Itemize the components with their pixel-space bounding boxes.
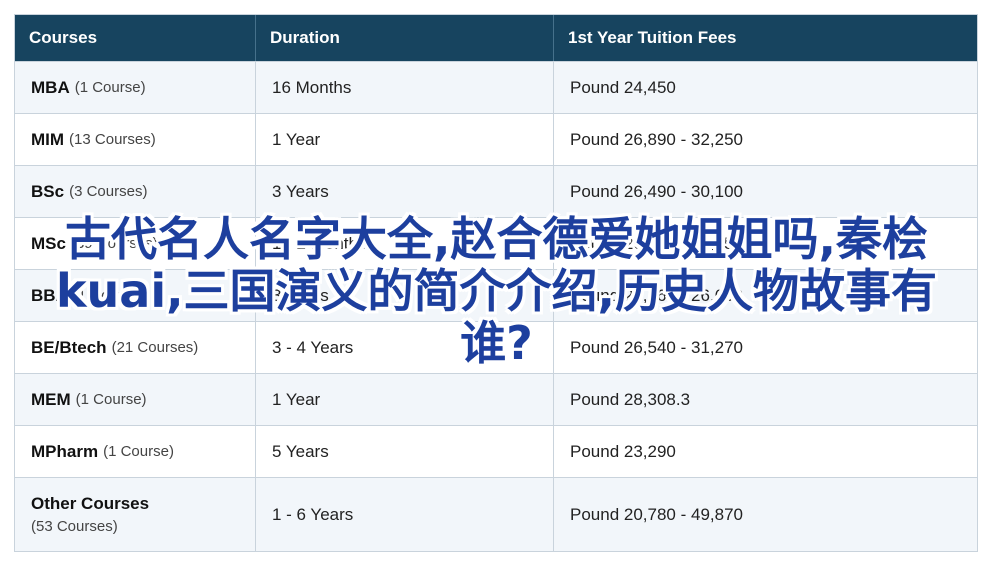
header-courses: Courses — [15, 15, 256, 61]
table-row: MIM (13 Courses) 1 Year Pound 26,890 - 3… — [15, 113, 977, 165]
duration-cell: 16 Months — [256, 62, 554, 113]
course-cell: MPharm (1 Course) — [15, 426, 256, 477]
fees-cell: Pound 23,290 — [570, 441, 676, 461]
header-duration: Duration — [256, 15, 554, 61]
duration-cell: 3 Years — [256, 166, 554, 217]
course-cell: BSc (3 Courses) — [15, 166, 256, 217]
fees-cell: Pound 26,490 - 30,100 — [570, 181, 743, 201]
table-row: Other Courses (53 Courses) 1 - 6 Years P… — [15, 477, 977, 551]
overlay-title-text: 古代名人名字大全,赵合德爱她姐姐吗,秦桧kuai,三国演义的简介介绍,历史人物故… — [55, 212, 938, 370]
course-name[interactable]: MPharm — [31, 442, 98, 462]
course-cell: Other Courses (53 Courses) — [15, 478, 256, 551]
table-row: MBA (1 Course) 16 Months Pound 24,450 — [15, 61, 977, 113]
table-row: BSc (3 Courses) 3 Years Pound 26,490 - 3… — [15, 165, 977, 217]
duration-cell: 1 Year — [256, 114, 554, 165]
course-name[interactable]: MBA — [31, 78, 70, 98]
duration-cell: 1 Year — [256, 374, 554, 425]
course-name[interactable]: Other Courses — [31, 494, 149, 514]
course-name[interactable]: MEM — [31, 390, 71, 410]
fees-cell: Pound 28,308.3 — [570, 389, 691, 409]
fees-cell: Pound 24,450 — [570, 77, 676, 97]
course-cell: MEM (1 Course) — [15, 374, 256, 425]
course-name[interactable]: MIM — [31, 130, 64, 150]
course-count: (1 Course) — [75, 391, 147, 408]
course-count: (13 Courses) — [69, 131, 156, 148]
course-count: (1 Course) — [74, 79, 146, 96]
course-count: (1 Course) — [103, 443, 174, 460]
fees-cell: Pound 26,890 - 32,250 — [570, 129, 743, 149]
header-fees: 1st Year Tuition Fees — [568, 28, 737, 47]
duration-cell: 1 - 6 Years — [256, 478, 554, 551]
course-count: (53 Courses) — [31, 518, 118, 535]
course-cell: MIM (13 Courses) — [15, 114, 256, 165]
fees-cell: Pound 20,780 - 49,870 — [570, 504, 743, 524]
course-count: (3 Courses) — [69, 183, 148, 200]
table-row: MPharm (1 Course) 5 Years Pound 23,290 — [15, 425, 977, 477]
course-cell: MBA (1 Course) — [15, 62, 256, 113]
table-header: Courses Duration 1st Year Tuition Fees — [15, 15, 977, 61]
duration-cell: 5 Years — [256, 426, 554, 477]
table-row: MEM (1 Course) 1 Year Pound 28,308.3 — [15, 373, 977, 425]
course-name[interactable]: BSc — [31, 182, 64, 202]
